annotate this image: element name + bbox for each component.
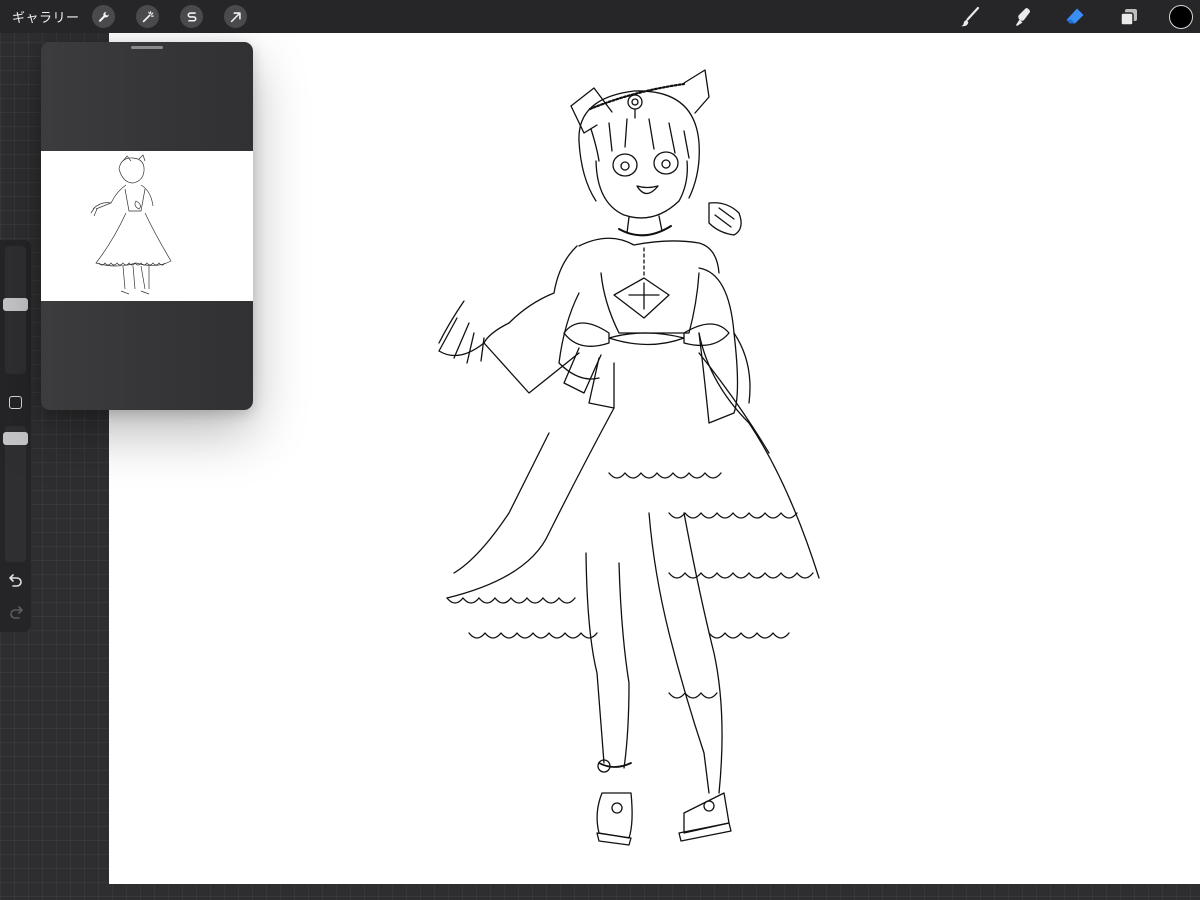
character-line-art: [438, 69, 820, 846]
reference-line-art: [90, 154, 172, 295]
arrow-cursor-icon: [230, 11, 241, 22]
color-picker-button[interactable]: [1169, 5, 1193, 29]
eraser-tool-button[interactable]: [1062, 4, 1088, 30]
reference-grabber[interactable]: [131, 46, 163, 49]
redo-icon[interactable]: [8, 605, 24, 619]
reference-thumbnail: [41, 151, 253, 301]
gallery-button[interactable]: ギャラリー: [12, 7, 80, 26]
adjustments-button[interactable]: [136, 5, 159, 28]
procreate-app: ギャラリー: [0, 0, 1200, 900]
selection-button[interactable]: [180, 5, 203, 28]
layers-button[interactable]: [1116, 4, 1142, 30]
eraser-icon: [1066, 8, 1084, 24]
smudge-icon: [1016, 8, 1030, 26]
brush-size-slider[interactable]: [3, 246, 28, 374]
drawing-canvas[interactable]: [109, 33, 1200, 884]
brush-tool-button[interactable]: [957, 4, 983, 30]
selection-s-icon: [187, 11, 196, 22]
actions-button[interactable]: [92, 5, 115, 28]
opacity-handle[interactable]: [3, 432, 28, 446]
wrench-icon: [98, 11, 109, 22]
brush-size-handle[interactable]: [3, 297, 28, 311]
modify-button[interactable]: [9, 396, 22, 409]
undo-icon[interactable]: [8, 573, 24, 587]
smudge-tool-button[interactable]: [1010, 4, 1036, 30]
opacity-slider[interactable]: [3, 426, 28, 562]
brush-icon: [961, 6, 980, 27]
layers-icon: [1120, 9, 1137, 26]
transform-button[interactable]: [224, 5, 247, 28]
magic-wand-icon: [142, 10, 154, 22]
left-sidebar: [0, 240, 31, 632]
top-toolbar: ギャラリー: [0, 0, 1200, 33]
reference-panel[interactable]: [41, 42, 253, 410]
